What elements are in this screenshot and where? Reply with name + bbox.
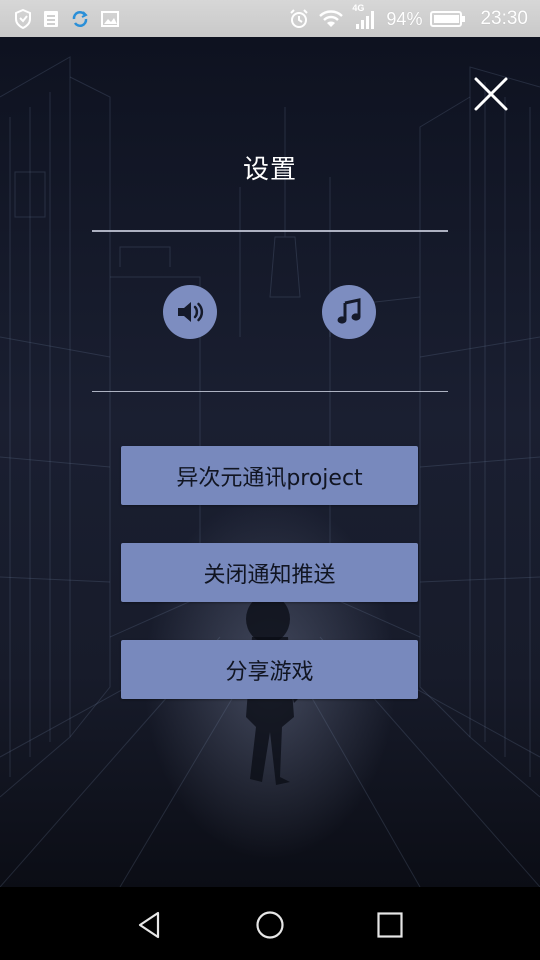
back-icon[interactable] [132,907,168,943]
disable-notifications-button[interactable]: 关闭通知推送 [121,543,418,602]
disable-notifications-label: 关闭通知推送 [203,562,336,588]
status-bar: 4G 94% 23:30 [0,0,540,37]
sync-icon [72,11,88,27]
home-icon[interactable] [252,907,288,943]
status-bar-right: 4G 94% 23:30 [288,3,528,32]
music-toggle-button[interactable] [322,285,376,339]
share-game-button[interactable]: 分享游戏 [121,640,418,699]
project-button-label: 异次元通讯project [176,465,363,491]
divider-bottom [92,391,448,392]
music-note-icon [337,298,361,324]
project-button[interactable]: 异次元通讯project [121,446,418,505]
sound-toggle-button[interactable] [163,285,217,339]
settings-screen: 设置 异次元通讯project 关闭通知推送 分享游戏 [0,37,540,887]
signal-4g-icon: 4G [352,3,378,31]
recents-icon[interactable] [372,907,408,943]
clock-time: 23:30 [480,8,528,29]
shield-icon [15,9,31,29]
screen: 4G 94% 23:30 设置 异次元通讯project 关闭通知推送 分享游戏 [0,0,540,960]
battery-icon [430,11,466,27]
share-game-label: 分享游戏 [225,659,314,685]
speaker-icon [178,302,204,322]
status-bar-left [14,8,120,30]
wifi-icon [319,10,344,27]
battery-percent: 94% [386,8,423,29]
divider-top [92,230,448,232]
page-title: 设置 [242,155,297,185]
image-icon [101,11,119,27]
close-icon[interactable] [468,71,514,117]
alarm-icon [290,9,309,28]
navigation-bar [0,887,540,960]
sim-list-icon [44,11,58,27]
